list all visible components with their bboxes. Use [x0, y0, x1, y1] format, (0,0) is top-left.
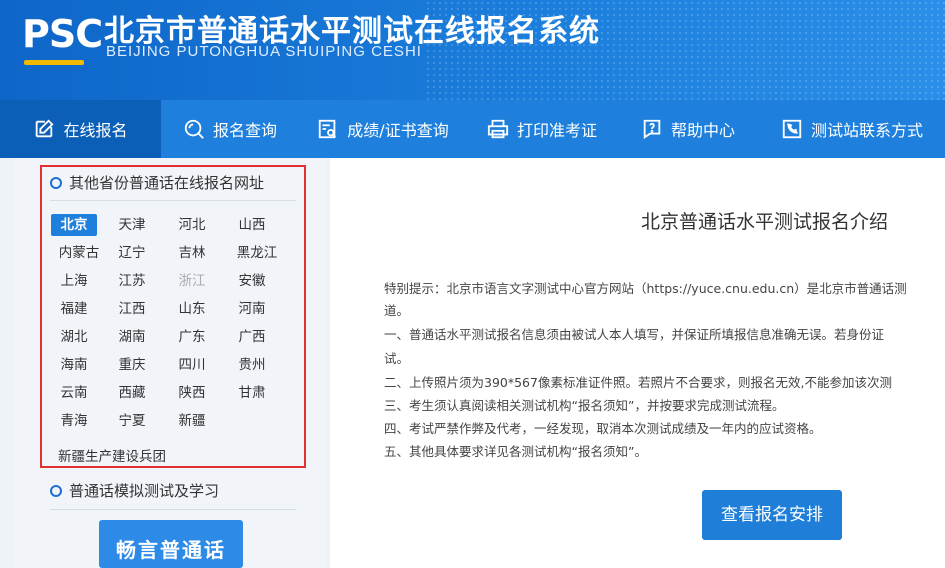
- province-yunnan[interactable]: 云南: [51, 382, 97, 404]
- province-shanxi[interactable]: 山西: [229, 214, 275, 236]
- edit-icon: [33, 118, 55, 140]
- province-beijing[interactable]: 北京: [51, 214, 97, 236]
- practice-title-text: 普通话模拟测试及学习: [69, 482, 220, 500]
- site-subtitle: BEIJING PUTONGHUA SHUIPING CESHI: [106, 43, 422, 60]
- nav-label: 打印准考证: [516, 121, 597, 140]
- nav-station-contact[interactable]: 测试站联系方式: [759, 100, 945, 158]
- notice-line: 二、上传照片须为390*567像素标准证件照。若照片不合要求，则报名无效,不能参…: [384, 375, 892, 390]
- nav-label: 成绩/证书查询: [347, 121, 449, 140]
- nav-label: 帮助中心: [670, 121, 735, 140]
- province-hebei[interactable]: 河北: [169, 214, 215, 236]
- notice-line: 试。: [384, 351, 410, 366]
- view-registration-schedule-button[interactable]: 查看报名安排: [702, 490, 842, 540]
- province-henan[interactable]: 河南: [229, 298, 275, 320]
- divider: [50, 509, 296, 510]
- province-hainan[interactable]: 海南: [51, 354, 97, 376]
- divider: [50, 200, 296, 201]
- printer-icon: [487, 118, 509, 140]
- province-ningxia[interactable]: 宁夏: [109, 410, 155, 432]
- changyan-putonghua-button[interactable]: 畅言普通话: [99, 520, 243, 568]
- province-hubei[interactable]: 湖北: [51, 326, 97, 348]
- province-jiangsu[interactable]: 江苏: [109, 270, 155, 292]
- province-qinghai[interactable]: 青海: [51, 410, 97, 432]
- province-heilongjiang[interactable]: 黑龙江: [234, 242, 280, 264]
- province-shanghai[interactable]: 上海: [51, 270, 97, 292]
- province-zhejiang[interactable]: 浙江: [169, 270, 215, 292]
- logo-underline: [24, 60, 84, 65]
- provinces-title-text: 其他省份普通话在线报名网址: [69, 174, 265, 192]
- province-jiangxi[interactable]: 江西: [109, 298, 155, 320]
- nav-label: 测试站联系方式: [810, 121, 923, 140]
- province-sichuan[interactable]: 四川: [169, 354, 215, 376]
- province-hunan[interactable]: 湖南: [109, 326, 155, 348]
- province-xinjiang[interactable]: 新疆: [169, 410, 215, 432]
- nav-label: 报名查询: [212, 121, 277, 140]
- province-guangxi[interactable]: 广西: [229, 326, 275, 348]
- nav-help-center[interactable]: 帮助中心: [617, 100, 759, 158]
- nav-print-admission[interactable]: 打印准考证: [467, 100, 617, 158]
- intro-title: 北京普通话水平测试报名介绍: [641, 211, 889, 233]
- province-gansu[interactable]: 甘肃: [229, 382, 275, 404]
- province-guangdong[interactable]: 广东: [169, 326, 215, 348]
- notice-line: 五、其他具体要求详见各测试机构“报名须知”。: [384, 444, 647, 459]
- nav-score-certificate-query[interactable]: 成绩/证书查询: [299, 100, 467, 158]
- province-liaoning[interactable]: 辽宁: [109, 242, 155, 264]
- province-neimenggu[interactable]: 内蒙古: [56, 242, 102, 264]
- nav-label: 在线报名: [63, 121, 128, 140]
- circle-bullet-icon: [50, 176, 62, 189]
- province-chongqing[interactable]: 重庆: [109, 354, 155, 376]
- circle-bullet-icon: [50, 484, 62, 497]
- province-xinjiang-corps[interactable]: 新疆生产建设兵团: [58, 445, 166, 465]
- main-nav: 在线报名 报名查询 成绩/证书查询 打印准考证 帮助中心 测试站联系方式: [0, 100, 945, 158]
- notice-line: 四、考试严禁作弊及代考，一经发现，取消本次测试成绩及一年内的应试资格。: [384, 421, 822, 436]
- site-header: PSC 北京市普通话水平测试在线报名系统 BEIJING PUTONGHUA S…: [0, 0, 945, 100]
- notice-line: 三、考生须认真阅读相关测试机构“报名须知”，并按要求完成测试流程。: [384, 398, 785, 413]
- phone-icon: [781, 118, 803, 140]
- notice-line: 一、普通话水平测试报名信息须由被试人本人填写，并保证所填报信息准确无误。若身份证: [384, 327, 885, 342]
- province-jilin[interactable]: 吉林: [169, 242, 215, 264]
- notice-line: 特别提示：北京市语言文字测试中心官方网站（https://yuce.cnu.ed…: [384, 281, 907, 296]
- search-icon: [183, 118, 205, 140]
- certificate-search-icon: [317, 118, 339, 140]
- nav-registration-query[interactable]: 报名查询: [161, 100, 299, 158]
- province-guizhou[interactable]: 贵州: [229, 354, 275, 376]
- logo-text: PSC: [22, 12, 103, 56]
- province-xizang[interactable]: 西藏: [109, 382, 155, 404]
- province-shaanxi[interactable]: 陕西: [169, 382, 215, 404]
- provinces-section-title: 其他省份普通话在线报名网址: [50, 172, 264, 193]
- province-tianjin[interactable]: 天津: [109, 214, 155, 236]
- province-anhui[interactable]: 安徽: [229, 270, 275, 292]
- help-icon: [641, 118, 663, 140]
- province-shandong[interactable]: 山东: [169, 298, 215, 320]
- psc-logo[interactable]: PSC: [10, 8, 103, 65]
- nav-online-registration[interactable]: 在线报名: [0, 100, 161, 158]
- practice-section-title: 普通话模拟测试及学习: [50, 480, 219, 501]
- notice-line: 道。: [384, 303, 410, 318]
- province-fujian[interactable]: 福建: [51, 298, 97, 320]
